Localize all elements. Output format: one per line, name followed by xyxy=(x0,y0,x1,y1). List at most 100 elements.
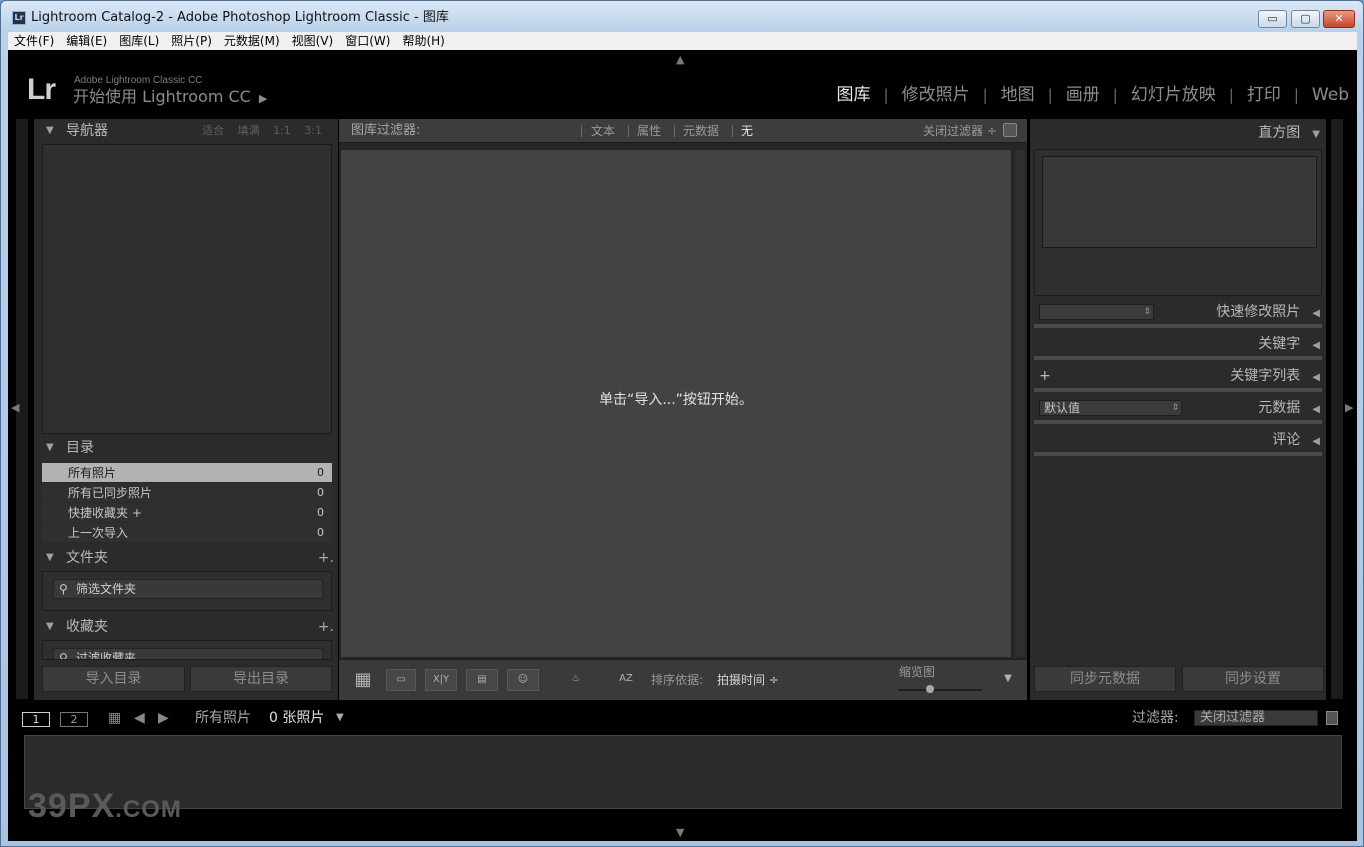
zoom-1-1[interactable]: 1:1 xyxy=(273,124,291,137)
saved-preset-select[interactable]: ⇕ xyxy=(1039,304,1154,320)
left-panel-toggle-icon[interactable]: ◀ xyxy=(11,402,19,413)
panel-separator xyxy=(1034,388,1322,392)
sync-settings-button[interactable]: 同步设置 xyxy=(1182,666,1324,692)
identity-plate-main[interactable]: 开始使用 Lightroom CC ▶ xyxy=(73,87,267,109)
menu-window[interactable]: 窗口(W) xyxy=(345,32,390,50)
module-map[interactable]: 地图 xyxy=(1001,84,1035,106)
metadata-preset-select[interactable]: 默认值 ⇕ xyxy=(1039,400,1182,416)
catalog-header[interactable]: ▼ 目录 xyxy=(34,436,338,460)
quick-develop-title: 快速修改照片 xyxy=(1216,304,1301,320)
survey-view-icon[interactable]: ▤ xyxy=(466,669,498,691)
grid-scrollbar[interactable] xyxy=(1015,150,1025,657)
expand-triangle-icon: ◀ xyxy=(1312,436,1320,447)
library-filter-bar: 图库过滤器: 文本 属性 元数据 无 关闭过滤器 ÷ xyxy=(339,119,1027,143)
menu-help[interactable]: 帮助(H) xyxy=(402,32,444,50)
people-view-icon[interactable]: ☺ xyxy=(507,669,539,691)
sort-select[interactable]: 拍摄时间 ÷ xyxy=(717,670,779,690)
filmstrip-filter-select[interactable]: 关闭过滤器 xyxy=(1194,710,1318,726)
navigator-preview xyxy=(42,144,332,434)
menu-metadata[interactable]: 元数据(M) xyxy=(224,32,280,50)
sort-direction-icon[interactable]: AZ xyxy=(609,669,643,691)
module-library[interactable]: 图库 xyxy=(837,84,871,106)
grid-view-icon[interactable]: ▦ xyxy=(347,669,379,691)
module-slideshow[interactable]: 幻灯片放映 xyxy=(1131,84,1216,106)
toolbar-menu-icon[interactable]: ▼ xyxy=(999,669,1017,691)
filter-divider xyxy=(732,125,733,137)
loupe-view-icon[interactable]: ▭ xyxy=(386,669,416,691)
module-print[interactable]: 打印 xyxy=(1247,84,1281,106)
sync-metadata-button[interactable]: 同步元数据 xyxy=(1034,666,1176,692)
module-develop[interactable]: 修改照片 xyxy=(902,84,970,106)
zoom-fill[interactable]: 填满 xyxy=(238,124,260,137)
module-picker: 图库 | 修改照片 | 地图 | 画册 | 幻灯片放映 | 打印 | Web xyxy=(837,84,1349,106)
catalog-row-all-photos[interactable]: 所有照片 0 xyxy=(42,463,332,483)
lr-logo: Lr xyxy=(27,73,56,106)
grid-icon[interactable]: ▦ xyxy=(108,706,121,730)
painter-spray-icon[interactable]: ♨ xyxy=(569,669,583,691)
filmstrip xyxy=(24,735,1342,809)
menu-file[interactable]: 文件(F) xyxy=(14,32,54,50)
collection-filter-input[interactable]: ⚲ 过滤收藏夹 xyxy=(53,648,323,660)
filter-attribute[interactable]: 属性 xyxy=(637,119,661,143)
filter-text[interactable]: 文本 xyxy=(591,119,615,143)
add-collection-icon[interactable]: +. xyxy=(318,615,334,639)
row-label: 所有照片 xyxy=(68,466,117,480)
filter-none[interactable]: 无 xyxy=(741,119,753,143)
forward-arrow-icon[interactable]: ▶ xyxy=(158,706,169,730)
second-screen-button[interactable]: 2 xyxy=(60,712,88,727)
folder-filter-text: 筛选文件夹 xyxy=(76,582,137,596)
source-label[interactable]: 所有照片 xyxy=(195,706,251,730)
collections-header[interactable]: ▼ 收藏夹 +. xyxy=(34,615,338,639)
catalog-row-previous-import[interactable]: 上一次导入 0 xyxy=(42,523,332,543)
navigator-header[interactable]: ▼ 导航器 适合 填满 1:1 3:1 xyxy=(34,119,338,143)
filter-preset-select[interactable]: 关闭过滤器 ÷ xyxy=(923,119,997,143)
maximize-button[interactable]: ▢ xyxy=(1291,10,1320,28)
back-arrow-icon[interactable]: ◀ xyxy=(134,706,145,730)
metadata-header[interactable]: 元数据 ◀ xyxy=(1258,396,1320,422)
minimize-button[interactable]: ▭ xyxy=(1258,10,1287,28)
folders-title: 文件夹 xyxy=(66,550,108,566)
export-catalog-button[interactable]: 导出目录 xyxy=(190,666,332,692)
keyword-list-header[interactable]: 关键字列表 ◀ xyxy=(1230,364,1320,390)
menu-view[interactable]: 视图(V) xyxy=(292,32,334,50)
filter-metadata[interactable]: 元数据 xyxy=(683,119,719,143)
module-web[interactable]: Web xyxy=(1312,84,1349,106)
lightroom-workspace: ▲ Lr Adobe Lightroom Classic CC 开始使用 Lig… xyxy=(8,50,1357,841)
expand-triangle-icon: ◀ xyxy=(1312,308,1320,319)
histogram-box xyxy=(1034,149,1322,296)
zoom-3-1[interactable]: 3:1 xyxy=(304,124,322,137)
close-button[interactable]: ✕ xyxy=(1323,10,1355,28)
bottom-panel-toggle-icon[interactable]: ▼ xyxy=(676,827,684,838)
quick-develop-header[interactable]: 快速修改照片 ◀ xyxy=(1216,300,1320,326)
lock-icon[interactable] xyxy=(1003,123,1017,137)
catalog-row-synced[interactable]: 所有已同步照片 0 xyxy=(42,483,332,503)
folder-filter-input[interactable]: ⚲ 筛选文件夹 xyxy=(53,579,323,599)
thumbnail-size-slider[interactable] xyxy=(898,689,982,691)
right-panel-toggle-icon[interactable]: ▶ xyxy=(1345,402,1353,413)
top-panel-toggle-icon[interactable]: ▲ xyxy=(676,54,684,65)
zoom-fit[interactable]: 适合 xyxy=(202,124,224,137)
source-dropdown-icon[interactable]: ▼ xyxy=(336,706,344,730)
empty-grid-message: 单击“导入...”按钮开始。 xyxy=(599,392,753,408)
menu-library[interactable]: 图库(L) xyxy=(119,32,159,50)
collapse-triangle-icon: ▼ xyxy=(46,621,54,632)
main-screen-button[interactable]: 1 xyxy=(22,712,50,727)
comments-header[interactable]: 评论 ◀ xyxy=(1272,428,1320,454)
keywording-header[interactable]: 关键字 ◀ xyxy=(1258,332,1320,358)
module-separator: | xyxy=(1112,86,1118,104)
module-book[interactable]: 画册 xyxy=(1066,84,1100,106)
thumbnail-slider-knob[interactable] xyxy=(926,685,934,693)
compare-view-icon[interactable]: X|Y xyxy=(425,669,457,691)
search-icon: ⚲ xyxy=(59,651,68,660)
catalog-row-quick-collection[interactable]: 快捷收藏夹 + 0 xyxy=(42,503,332,523)
histogram-header[interactable]: 直方图 ▼ xyxy=(1258,121,1320,147)
filmstrip-lock-icon[interactable] xyxy=(1326,711,1338,725)
import-catalog-button[interactable]: 导入目录 xyxy=(42,666,185,692)
add-keyword-icon[interactable]: + xyxy=(1039,364,1051,388)
folders-header[interactable]: ▼ 文件夹 +. xyxy=(34,546,338,570)
menu-photo[interactable]: 照片(P) xyxy=(171,32,212,50)
menu-edit[interactable]: 编辑(E) xyxy=(66,32,107,50)
add-folder-icon[interactable]: +. xyxy=(318,546,334,570)
right-edge-strip xyxy=(1331,119,1343,699)
folders-box: ⚲ 筛选文件夹 xyxy=(42,571,332,611)
